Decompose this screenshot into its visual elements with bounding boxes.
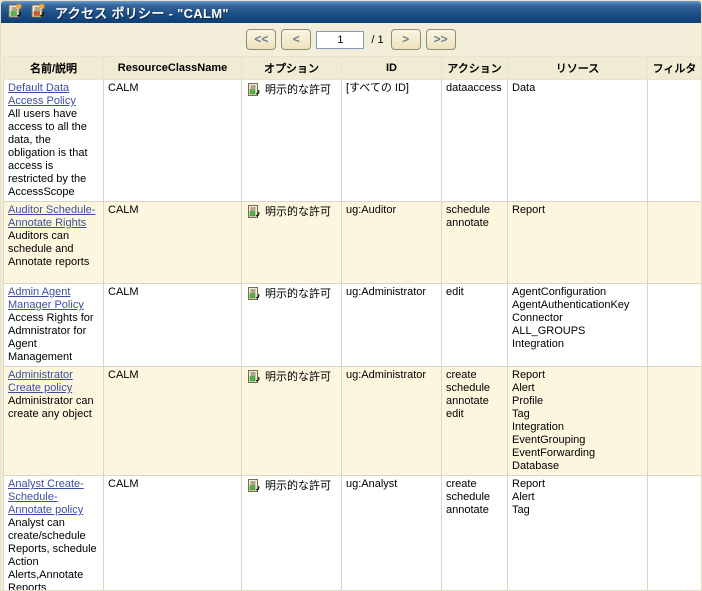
- policy-description: Auditors can schedule and Annotate repor…: [8, 230, 90, 268]
- col-header-name: 名前/説明: [3, 56, 104, 80]
- policy-link[interactable]: Auditor Schedule-Annotate Rights: [8, 204, 95, 229]
- cell-name: Administrator Create policy Administrato…: [3, 366, 104, 476]
- cell-resource-class: CALM: [103, 79, 242, 202]
- cell-resource-class: CALM: [103, 201, 242, 284]
- cell-actions: create schedule annotate edit: [441, 366, 508, 476]
- col-header-action: アクション: [441, 56, 508, 80]
- first-page-button[interactable]: <<: [246, 29, 277, 50]
- policy-description: Administrator can create any object: [8, 395, 94, 420]
- cell-filter: [647, 366, 701, 476]
- cell-option: 明示的な許可: [241, 79, 342, 202]
- option-label: 明示的な許可: [265, 206, 331, 218]
- cell-option: 明示的な許可: [241, 283, 342, 367]
- page-number-input[interactable]: [316, 30, 365, 49]
- cell-option: 明示的な許可: [241, 201, 342, 284]
- policy-table-wrap: 名前/説明 ResourceClassName オプション ID アクション リ…: [1, 56, 701, 591]
- cell-id: ug:Analyst: [341, 475, 442, 590]
- permit-scroll-icon: [248, 479, 260, 492]
- cell-resource-class: CALM: [103, 283, 242, 367]
- permit-scroll-icon: [248, 205, 260, 218]
- table-row: Auditor Schedule-Annotate Rights Auditor…: [3, 201, 701, 284]
- table-header-row: 名前/説明 ResourceClassName オプション ID アクション リ…: [3, 56, 701, 80]
- policy-add-red-icon[interactable]: [29, 1, 47, 24]
- cell-resource-class: CALM: [103, 366, 242, 476]
- table-row: Administrator Create policy Administrato…: [3, 366, 701, 476]
- cell-filter: [647, 283, 701, 367]
- cell-resources: Data: [507, 79, 648, 202]
- cell-option: 明示的な許可: [241, 475, 342, 590]
- policy-link[interactable]: Administrator Create policy: [8, 369, 73, 394]
- cell-actions: edit: [441, 283, 508, 367]
- cell-resources: Report: [507, 201, 648, 284]
- cell-actions: schedule annotate: [441, 201, 508, 284]
- pagination-bar: << < / 1 > >>: [1, 23, 701, 56]
- cell-actions: create schedule annotate: [441, 475, 508, 590]
- option-label: 明示的な許可: [265, 480, 331, 492]
- option-label: 明示的な許可: [265, 288, 331, 300]
- col-header-id: ID: [341, 56, 442, 80]
- cell-name: Auditor Schedule-Annotate Rights Auditor…: [3, 201, 104, 284]
- col-header-filter: フィルタ: [647, 56, 701, 80]
- policy-link[interactable]: Admin Agent Manager Policy: [8, 286, 84, 311]
- cell-name: Default Data Access Policy All users hav…: [3, 79, 104, 202]
- policy-description: Analyst can create/schedule Reports, sch…: [8, 517, 97, 591]
- cell-resource-class: CALM: [103, 475, 242, 590]
- title-bar: アクセス ポリシー - "CALM": [1, 1, 701, 23]
- policy-link[interactable]: Analyst Create-Schedule-Annotate policy: [8, 478, 84, 516]
- cell-actions: dataaccess: [441, 79, 508, 202]
- cell-id: [すべての ID]: [341, 79, 442, 202]
- col-header-option: オプション: [241, 56, 342, 80]
- page-total-label: / 1: [371, 33, 384, 46]
- cell-name: Analyst Create-Schedule-Annotate policy …: [3, 475, 104, 591]
- cell-resources: Report Alert Tag: [507, 475, 648, 590]
- page-title: アクセス ポリシー - "CALM": [55, 5, 229, 21]
- permit-scroll-icon: [248, 287, 260, 300]
- permit-scroll-icon: [248, 370, 260, 383]
- cell-id: ug:Auditor: [341, 201, 442, 284]
- col-header-resource-class: ResourceClassName: [103, 56, 242, 80]
- policy-link[interactable]: Default Data Access Policy: [8, 82, 76, 107]
- cell-filter: [647, 79, 701, 202]
- policy-add-green-icon[interactable]: [6, 1, 24, 24]
- col-header-resource: リソース: [507, 56, 648, 80]
- cell-resources: Report Alert Profile Tag Integration Eve…: [507, 366, 648, 476]
- last-page-button[interactable]: >>: [425, 29, 456, 50]
- next-page-button[interactable]: >: [390, 29, 421, 50]
- cell-name: Admin Agent Manager Policy Access Rights…: [3, 283, 104, 367]
- cell-filter: [647, 475, 701, 590]
- access-policy-window: アクセス ポリシー - "CALM" << < / 1 > >> 名前/説明 R…: [0, 0, 702, 591]
- policy-description: All users have access to all the data, t…: [8, 108, 88, 198]
- permit-scroll-icon: [248, 83, 260, 96]
- table-row: Default Data Access Policy All users hav…: [3, 79, 701, 202]
- cell-option: 明示的な許可: [241, 366, 342, 476]
- option-label: 明示的な許可: [265, 84, 331, 96]
- prev-page-button[interactable]: <: [281, 29, 312, 50]
- table-row: Analyst Create-Schedule-Annotate policy …: [3, 475, 701, 591]
- policy-table: 名前/説明 ResourceClassName オプション ID アクション リ…: [3, 56, 701, 591]
- table-row: Admin Agent Manager Policy Access Rights…: [3, 283, 701, 367]
- cell-id: ug:Administrator: [341, 283, 442, 367]
- cell-id: ug:Administrator: [341, 366, 442, 476]
- policy-description: Access Rights for Admnistrator for Agent…: [8, 312, 94, 363]
- option-label: 明示的な許可: [265, 371, 331, 383]
- cell-filter: [647, 201, 701, 284]
- cell-resources: AgentConfiguration AgentAuthenticationKe…: [507, 283, 648, 367]
